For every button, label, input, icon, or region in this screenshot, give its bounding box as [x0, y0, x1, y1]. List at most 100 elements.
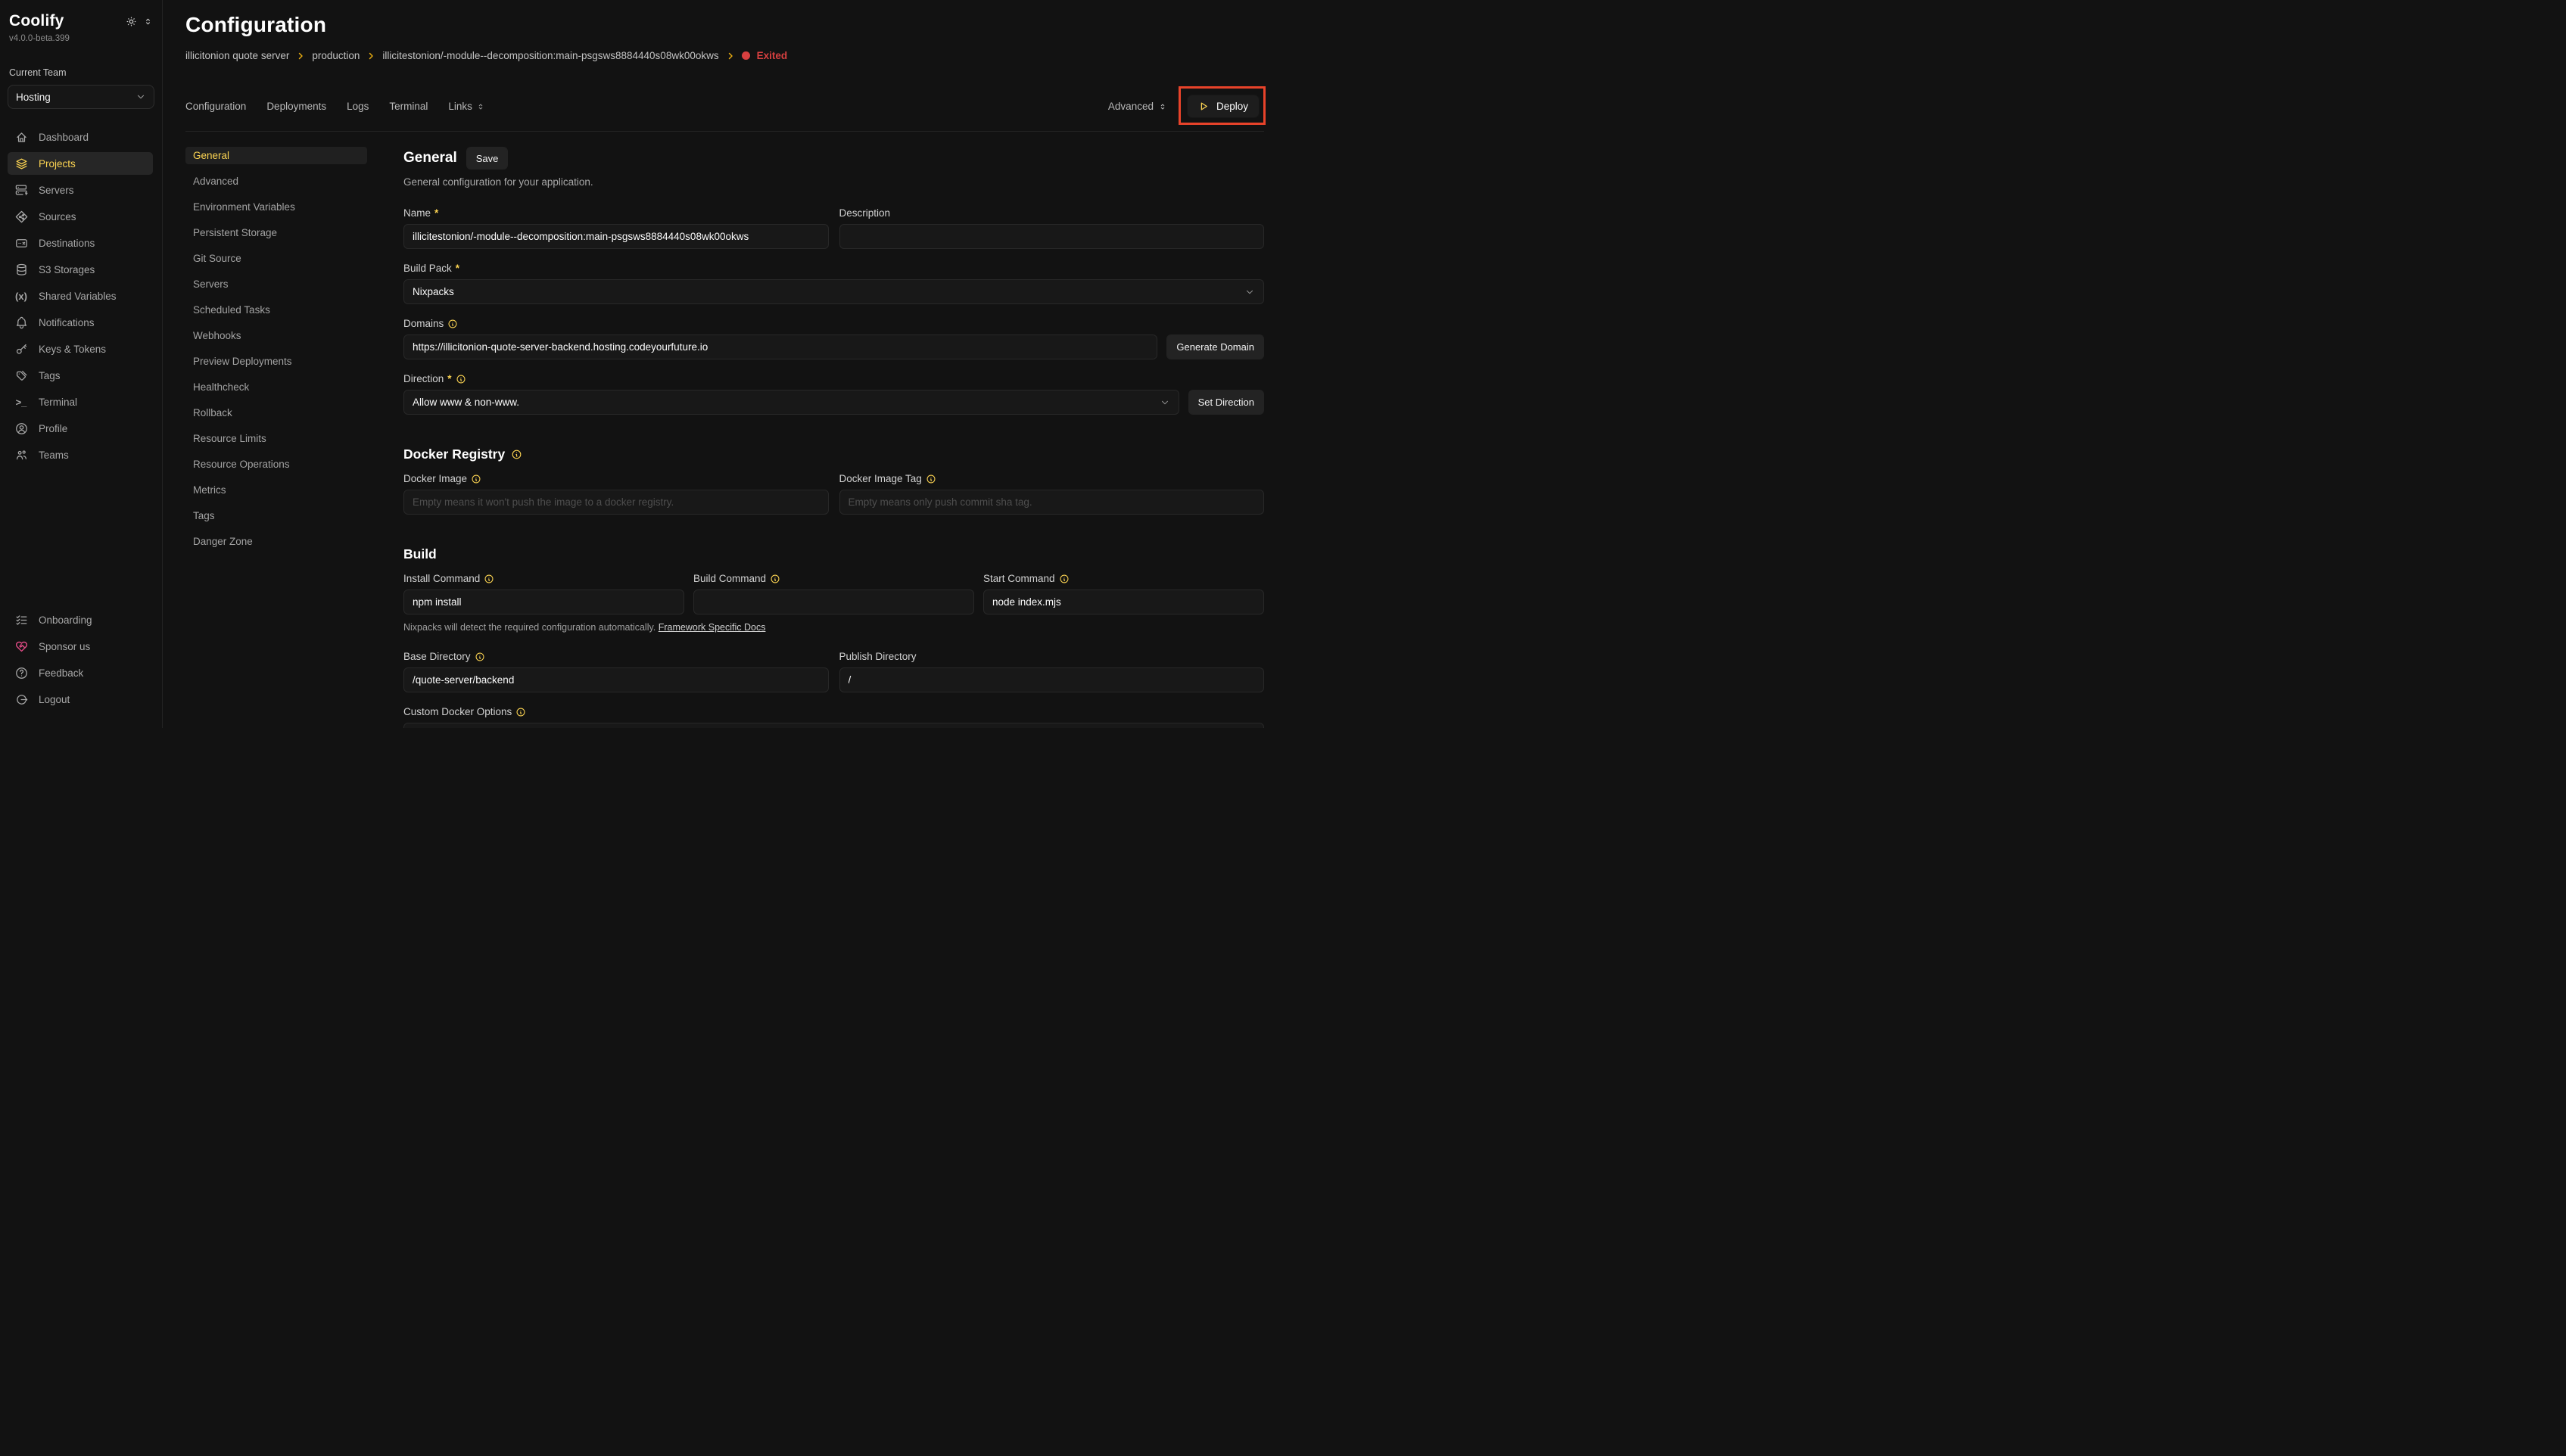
tab-deployments[interactable]: Deployments [266, 101, 326, 112]
submenu-item-general[interactable]: General [185, 147, 367, 164]
submenu-item-servers[interactable]: Servers [185, 275, 367, 293]
info-icon[interactable] [475, 652, 485, 662]
git-source-icon [14, 209, 29, 224]
submenu-item-danger-zone[interactable]: Danger Zone [185, 533, 367, 550]
submenu-item-advanced[interactable]: Advanced [185, 173, 367, 190]
sidebar-item-feedback[interactable]: Feedback [8, 661, 154, 684]
tab-terminal[interactable]: Terminal [389, 101, 428, 112]
docker-image-tag-input[interactable] [839, 490, 1265, 515]
key-icon [14, 341, 29, 356]
build-pack-select[interactable]: Nixpacks [403, 279, 1264, 304]
submenu-item-resource-operations[interactable]: Resource Operations [185, 456, 367, 473]
sidebar-item-keys-tokens[interactable]: Keys & Tokens [8, 338, 154, 360]
submenu-item-preview-deployments[interactable]: Preview Deployments [185, 353, 367, 370]
tab-links[interactable]: Links [448, 101, 485, 112]
bell-icon [14, 315, 29, 330]
sidebar-item-sponsor[interactable]: Sponsor us [8, 635, 154, 658]
submenu-item-scheduled-tasks[interactable]: Scheduled Tasks [185, 301, 367, 319]
build-heading: Build [403, 546, 1264, 562]
sidebar-item-logout[interactable]: Logout [8, 688, 154, 711]
save-button[interactable]: Save [466, 147, 509, 170]
description-label: Description [839, 207, 1265, 219]
info-icon[interactable] [515, 707, 526, 717]
install-command-input[interactable] [403, 590, 684, 614]
section-title-general: General [403, 150, 457, 166]
submenu-item-webhooks[interactable]: Webhooks [185, 327, 367, 344]
section-subtitle: General configuration for your applicati… [403, 176, 1264, 188]
submenu-item-git-source[interactable]: Git Source [185, 250, 367, 267]
info-icon[interactable] [511, 449, 522, 460]
sidebar-item-sources[interactable]: Sources [8, 205, 154, 228]
sidebar-item-shared-variables[interactable]: (x) Shared Variables [8, 285, 154, 307]
submenu-item-persistent-storage[interactable]: Persistent Storage [185, 224, 367, 241]
sidebar-item-tags[interactable]: Tags [8, 364, 154, 387]
start-command-input[interactable] [983, 590, 1264, 614]
theme-sun-icon[interactable] [125, 15, 138, 28]
chevron-down-icon [135, 92, 146, 102]
deploy-button[interactable]: Deploy [1187, 95, 1260, 118]
direction-value: Allow www & non-www. [413, 397, 519, 408]
info-icon[interactable] [926, 474, 936, 484]
info-icon[interactable] [447, 319, 458, 329]
submenu-item-healthcheck[interactable]: Healthcheck [185, 378, 367, 396]
submenu-item-resource-limits[interactable]: Resource Limits [185, 430, 367, 447]
submenu-item-metrics[interactable]: Metrics [185, 481, 367, 499]
sidebar-item-teams[interactable]: Teams [8, 443, 154, 466]
general-form: General Save General configuration for y… [403, 147, 1264, 728]
generate-domain-button[interactable]: Generate Domain [1166, 334, 1264, 359]
team-select[interactable]: Hosting [8, 85, 154, 109]
direction-select[interactable]: Allow www & non-www. [403, 390, 1179, 415]
sidebar-item-destinations[interactable]: Destinations [8, 232, 154, 254]
description-input[interactable] [839, 224, 1265, 249]
sidebar-item-dashboard[interactable]: Dashboard [8, 126, 154, 148]
breadcrumb-project[interactable]: illicitonion quote server [185, 50, 289, 61]
build-pack-label: Build Pack* [403, 263, 1264, 274]
variables-icon: (x) [14, 288, 29, 303]
chevron-right-icon [296, 51, 305, 61]
info-icon[interactable] [484, 574, 494, 584]
info-icon[interactable] [770, 574, 780, 584]
custom-docker-options-input[interactable] [403, 723, 1264, 728]
docker-image-input[interactable] [403, 490, 829, 515]
docker-registry-heading: Docker Registry [403, 446, 1264, 462]
breadcrumb-environment[interactable]: production [312, 50, 360, 61]
domains-input[interactable] [403, 334, 1157, 359]
config-submenu: General Advanced Environment Variables P… [185, 147, 367, 728]
stack-icon [14, 156, 29, 171]
status-badge: Exited [757, 50, 788, 61]
info-icon[interactable] [471, 474, 481, 484]
tab-configuration[interactable]: Configuration [185, 101, 246, 112]
theme-selector-icon[interactable] [143, 17, 153, 26]
nixpacks-note: Nixpacks will detect the required config… [403, 622, 1264, 633]
sidebar-item-terminal[interactable]: >_ Terminal [8, 390, 154, 413]
sidebar-nav: Dashboard Projects Servers Sources Desti… [8, 126, 154, 470]
publish-directory-input[interactable] [839, 667, 1265, 692]
sidebar-item-s3-storages[interactable]: S3 Storages [8, 258, 154, 281]
sidebar-item-notifications[interactable]: Notifications [8, 311, 154, 334]
build-command-input[interactable] [693, 590, 974, 614]
map-icon [14, 235, 29, 250]
info-icon[interactable] [456, 374, 466, 384]
logout-icon [14, 692, 29, 707]
user-circle-icon [14, 421, 29, 436]
advanced-dropdown[interactable]: Advanced [1108, 101, 1167, 112]
sidebar-item-servers[interactable]: Servers [8, 179, 154, 201]
breadcrumb-application[interactable]: illicitestonion/-module--decomposition:m… [382, 50, 718, 61]
set-direction-button[interactable]: Set Direction [1188, 390, 1264, 415]
sidebar-item-onboarding[interactable]: Onboarding [8, 608, 154, 631]
install-command-label: Install Command [403, 573, 684, 584]
submenu-item-rollback[interactable]: Rollback [185, 404, 367, 422]
submenu-item-tags[interactable]: Tags [185, 507, 367, 524]
name-input[interactable] [403, 224, 829, 249]
submenu-item-environment-variables[interactable]: Environment Variables [185, 198, 367, 216]
base-directory-input[interactable] [403, 667, 829, 692]
coolify-app: Coolify v4.0.0-beta.399 Current Team Hos… [0, 0, 1283, 728]
tab-logs[interactable]: Logs [347, 101, 369, 112]
sidebar-item-projects[interactable]: Projects [8, 152, 153, 175]
database-icon [14, 262, 29, 277]
sidebar-item-label: S3 Storages [39, 264, 95, 275]
required-asterisk: * [434, 207, 438, 219]
sidebar-item-profile[interactable]: Profile [8, 417, 154, 440]
framework-docs-link[interactable]: Framework Specific Docs [659, 622, 766, 633]
info-icon[interactable] [1059, 574, 1070, 584]
